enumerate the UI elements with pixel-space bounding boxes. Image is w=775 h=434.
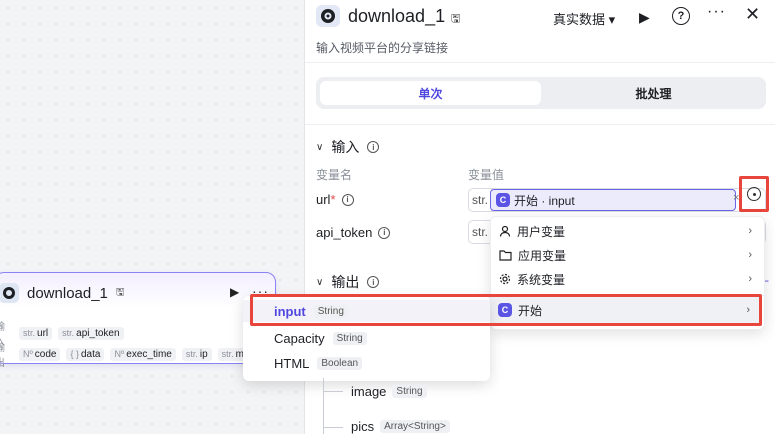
output-section-header[interactable]: ∨ 输出 i [316,272,380,292]
highlight-box [250,294,762,326]
save-icon: 🖫 [115,286,125,298]
chevron-down-icon: ∨ [316,276,324,288]
run-icon[interactable]: ▶ [639,9,650,26]
variable-picker-button[interactable] [739,176,769,212]
variable-reference-chip[interactable]: C 开始 · input [490,189,736,211]
input-section-header[interactable]: ∨ 输入 i [316,137,380,157]
node-outputs-row: 输出 Nºcode { }data Nºexec_time str.ip str… [0,339,249,369]
info-icon: i [341,193,354,206]
tree-connector [323,427,343,428]
output-section-title: 输出 [331,274,360,290]
column-header-value: 变量值 [468,168,505,182]
panel-title[interactable]: download_1 [348,6,445,27]
type-prefix: str. [469,221,493,243]
menu-item-user-vars[interactable]: 用户变量 › [491,219,764,243]
target-icon [747,187,761,201]
node-input-chip: str. url [19,326,53,340]
folder-icon [499,250,512,261]
node-output-chip: Nº code [19,347,61,361]
data-mode-select[interactable]: 真实数据 ▾ [553,9,615,28]
workflow-node-card[interactable]: download_1 🖫 ▶ ··· 输入 str.url str.api_to… [0,272,276,369]
divider [305,62,775,63]
input-section-title: 输入 [331,139,360,155]
menu-item-app-vars[interactable]: 应用变量 › [491,243,764,267]
info-icon: i [378,226,391,239]
help-icon[interactable]: ? [672,7,690,25]
tree-connector [323,378,324,434]
user-icon [499,225,511,237]
info-icon: i [367,276,380,288]
node-outputs-label: 输出 [0,339,13,369]
node-title: download_1 [27,284,108,302]
node-avatar-icon [0,283,19,303]
node-output-chip: str. ip [181,347,212,361]
reference-label: 开始 · input [514,193,575,208]
var-label-url: url* i [316,192,354,207]
chevron-down-icon: ∨ [316,141,324,153]
more-icon[interactable]: ··· [707,3,726,21]
output-item-pics: pics Array<String> [351,419,450,434]
submenu-item-html[interactable]: HTML Boolean [243,352,490,374]
panel-avatar-icon [316,5,340,27]
menu-item-system-vars[interactable]: 系统变量 › [491,267,764,291]
gear-icon [499,273,511,285]
chevron-right-icon: › [748,273,752,285]
panel-description: 输入视频平台的分享链接 [316,41,449,55]
submenu-item-capacity[interactable]: Capacity String [243,327,490,349]
tab-single[interactable]: 单次 [320,81,541,105]
output-item-image: image String [351,384,427,399]
start-node-icon: C [496,193,510,207]
panel-header: download_1 🖫 真实数据 ▾ ▶ ? ··· ✕ [305,0,775,34]
node-output-chip: Nº exec_time [110,347,176,361]
divider [305,124,775,125]
node-input-chip: str. api_token [58,326,124,340]
info-icon: i [367,141,380,153]
column-header-name: 变量名 [316,168,353,182]
run-mode-tabs: 单次 批处理 [316,77,766,109]
type-prefix: str. [469,189,493,211]
close-icon[interactable]: ✕ [745,4,760,25]
chevron-right-icon: › [748,249,752,261]
tree-connector [323,391,343,392]
var-label-api-token: api_token i [316,225,391,240]
node-output-chip: { } data [66,347,105,361]
tab-batch[interactable]: 批处理 [545,81,762,105]
node-run-icon[interactable]: ▶ [230,285,239,299]
chevron-right-icon: › [748,225,752,237]
save-icon[interactable]: 🖫 [451,10,460,29]
